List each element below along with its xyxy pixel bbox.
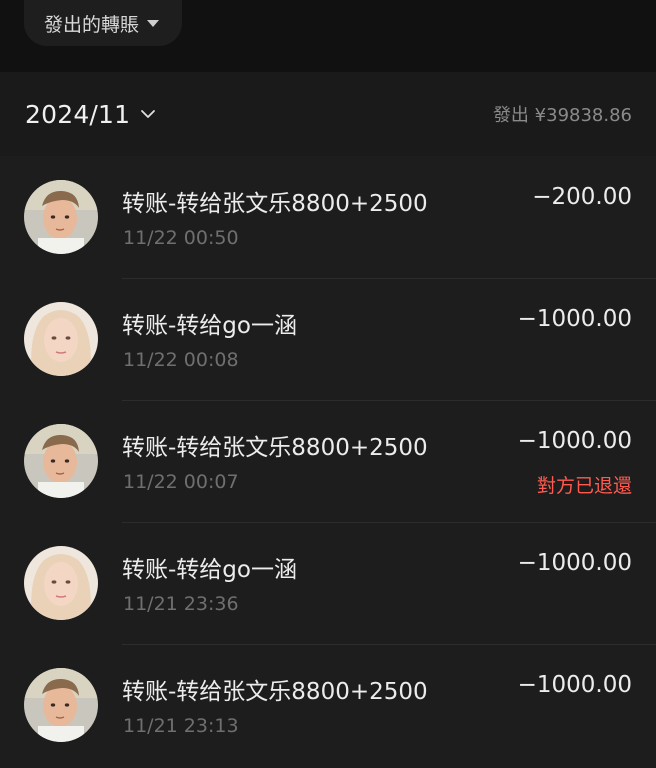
transaction-list: 转账-转给张文乐8800+2500 11/22 00:50 −200.00 转账… — [0, 156, 656, 768]
sent-total: 發出 ¥39838.86 — [492, 105, 632, 126]
avatar — [24, 180, 98, 254]
avatar — [24, 546, 98, 620]
refund-status: 對方已退還 — [536, 475, 632, 497]
transaction-title: 转账-转给张文乐8800+2500 — [122, 191, 428, 217]
avatar — [24, 302, 98, 376]
transaction-amount: −1000.00 — [517, 550, 632, 576]
transaction-amount: −1000.00 — [517, 672, 632, 698]
avatar — [24, 424, 98, 498]
transaction-title: 转账-转给go一涵 — [122, 313, 297, 339]
transaction-amount: −200.00 — [532, 184, 632, 210]
transaction-amount: −1000.00 — [517, 428, 632, 454]
transaction-title: 转账-转给张文乐8800+2500 — [122, 435, 428, 461]
transaction-time: 11/21 23:13 — [123, 715, 239, 737]
transaction-time: 11/22 00:50 — [123, 227, 239, 249]
transaction-row[interactable]: 转账-转给go一涵 11/21 23:36 −1000.00 — [0, 522, 656, 644]
top-bar: 發出的轉賬 — [0, 0, 656, 72]
transaction-row[interactable]: 转账-转给go一涵 11/22 00:08 −1000.00 — [0, 278, 656, 400]
transfer-filter-dropdown[interactable]: 發出的轉賬 — [24, 0, 182, 46]
transaction-time: 11/22 00:07 — [123, 471, 239, 493]
filter-label: 發出的轉賬 — [44, 13, 140, 36]
month-summary-bar: 2024/11 發出 ¥39838.86 — [0, 72, 656, 156]
transaction-amount: −1000.00 — [517, 306, 632, 332]
transaction-title: 转账-转给go一涵 — [122, 557, 297, 583]
chevron-down-icon — [141, 110, 156, 118]
month-selector[interactable]: 2024/11 — [25, 100, 156, 129]
month-label: 2024/11 — [25, 99, 131, 129]
transaction-row[interactable]: 转账-转给张文乐8800+2500 11/22 00:07 −1000.00 對… — [0, 400, 656, 522]
caret-down-icon — [147, 19, 160, 27]
transaction-title: 转账-转给张文乐8800+2500 — [122, 679, 428, 705]
transaction-time: 11/22 00:08 — [123, 349, 239, 371]
transaction-time: 11/21 23:36 — [123, 593, 239, 615]
transaction-row[interactable]: 转账-转给张文乐8800+2500 11/21 23:13 −1000.00 — [0, 644, 656, 766]
avatar — [24, 668, 98, 742]
transaction-row[interactable]: 转账-转给张文乐8800+2500 11/22 00:50 −200.00 — [0, 156, 656, 278]
